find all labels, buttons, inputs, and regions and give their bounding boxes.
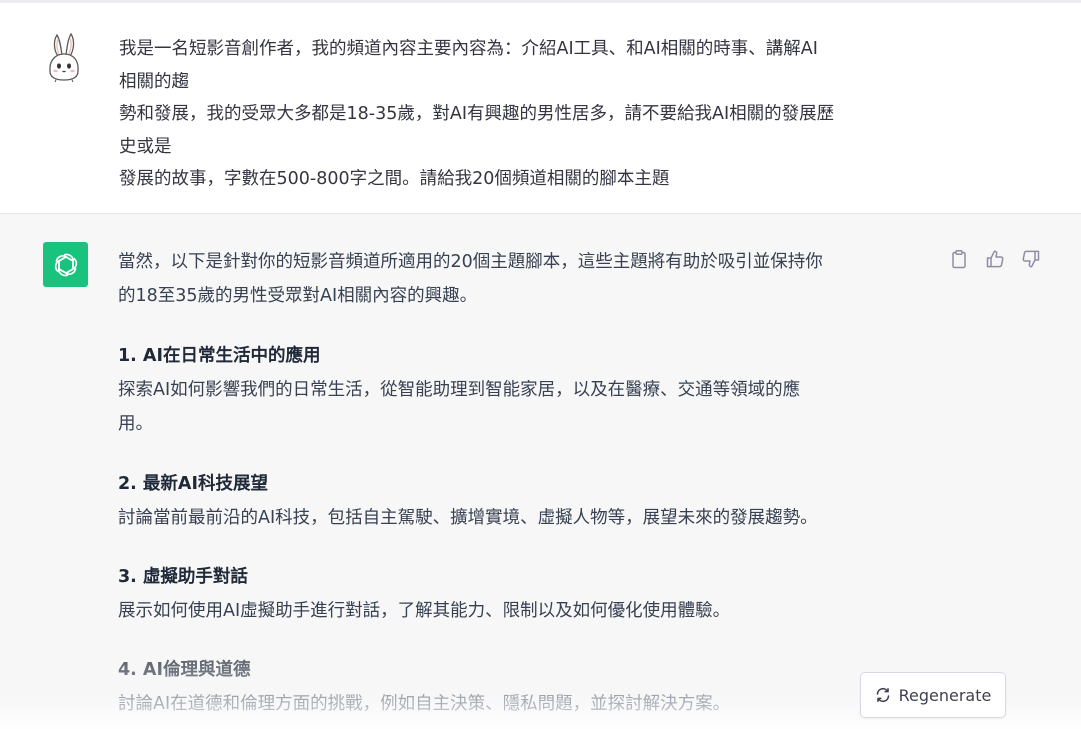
user-message-text: 我是一名短影音創作者，我的頻道內容主要內容為：介紹AI工具、和AI相關的時事、講…: [119, 33, 934, 196]
topic-title: 3. 虛擬助手對話: [118, 567, 248, 587]
assistant-message-text: 當然，以下是針對你的短影音頻道所適用的20個主題腳本，這些主題將有助於吸引並保持…: [118, 245, 948, 721]
user-message-line: 相關的趨: [119, 71, 189, 92]
user-message-line: 發展的故事，字數在500-800字之間。請給我20個頻道相關的腳本主題: [119, 169, 670, 189]
thumbs-down-icon[interactable]: [1020, 248, 1042, 270]
topic-description: 展示如何使用AI虛擬助手進行對話，了解其能力、限制以及如何優化使用體驗。: [118, 601, 731, 621]
topic-title: 4. AI倫理與道德: [118, 660, 251, 680]
topic-description: 討論AI在道德和倫理方面的挑戰，例如自主決策、隱私問題，並探討解決方案。: [118, 694, 731, 714]
topic-title: 1. AI在日常生活中的應用: [118, 346, 321, 366]
message-actions: [948, 248, 1042, 270]
rabbit-avatar-icon: [41, 31, 89, 83]
assistant-intro-line: 當然，以下是針對你的短影音頻道所適用的20個主題腳本，這些主題將有助於吸引並保持…: [118, 252, 823, 272]
user-message-line: 我是一名短影音創作者，我的頻道內容主要內容為：介紹AI工具、和AI相關的時事、講…: [119, 39, 818, 59]
user-message: 我是一名短影音創作者，我的頻道內容主要內容為：介紹AI工具、和AI相關的時事、講…: [0, 3, 1081, 214]
openai-logo-icon: [43, 242, 88, 287]
topic-description: 討論當前最前沿的AI科技，包括自主駕駛、擴增實境、虛擬人物等，展望未來的發展趨勢…: [118, 508, 818, 528]
clipboard-icon[interactable]: [948, 248, 970, 270]
assistant-message: 當然，以下是針對你的短影音頻道所適用的20個主題腳本，這些主題將有助於吸引並保持…: [0, 214, 1081, 729]
user-message-line: 史或是: [119, 136, 172, 157]
refresh-icon: [875, 687, 891, 703]
topic-title: 2. 最新AI科技展望: [118, 474, 268, 494]
topic-description: 探索AI如何影響我們的日常生活，從智能助理到智能家居，以及在醫療、交通等領域的應: [118, 380, 801, 400]
thumbs-up-icon[interactable]: [984, 248, 1006, 270]
regenerate-label: Regenerate: [898, 685, 992, 705]
assistant-intro-line: 的18至35歲的男性受眾對AI相關內容的興趣。: [118, 286, 478, 306]
user-message-line: 勢和發展，我的受眾大多都是18-35歲，對AI有興趣的男性居多，請不要給我AI相…: [119, 104, 835, 124]
regenerate-button[interactable]: Regenerate: [860, 672, 1006, 718]
topic-description: 用。: [118, 414, 153, 434]
